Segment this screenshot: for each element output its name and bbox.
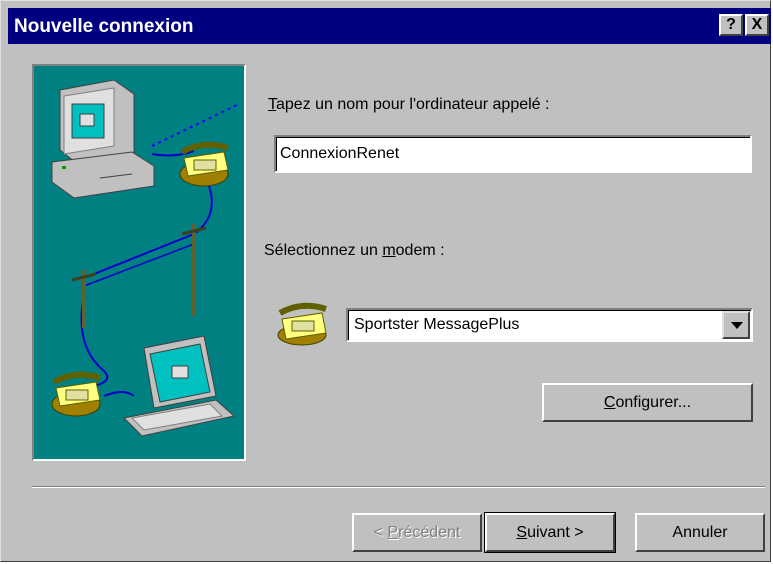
configure-button[interactable]: Configurer... [542, 383, 753, 422]
chevron-down-icon[interactable] [722, 311, 750, 339]
close-icon: X [751, 16, 763, 33]
title-bar[interactable]: Nouvelle connexion ? X [8, 8, 771, 44]
window-title: Nouvelle connexion [14, 16, 194, 37]
dialog-window: Nouvelle connexion ? X Tapez un nom pour… [0, 0, 771, 562]
telephone-icon [179, 141, 229, 187]
modem-label: Sélectionnez un modem : [264, 242, 445, 259]
laptop-icon [122, 335, 236, 437]
help-button[interactable]: ? [719, 14, 743, 36]
back-button[interactable]: < Précédent [352, 513, 482, 552]
separator [32, 486, 765, 488]
computer-name-label: Tapez un nom pour l'ordinateur appelé : [268, 96, 550, 113]
modem-select-value: Sportster MessagePlus [354, 316, 520, 333]
close-button[interactable]: X [745, 14, 769, 36]
modem-select[interactable]: Sportster MessagePlus [346, 308, 753, 342]
next-button[interactable]: Suivant > [484, 512, 616, 553]
modem-icon [274, 301, 330, 347]
network-illustration-icon [51, 79, 240, 437]
desktop-computer-icon [51, 79, 155, 199]
help-icon: ? [726, 16, 736, 33]
utility-pole-icon [71, 224, 207, 328]
connection-illustration [32, 64, 246, 461]
computer-name-input[interactable] [274, 135, 752, 173]
telephone-icon-2 [51, 371, 101, 417]
cancel-button[interactable]: Annuler [635, 513, 765, 552]
